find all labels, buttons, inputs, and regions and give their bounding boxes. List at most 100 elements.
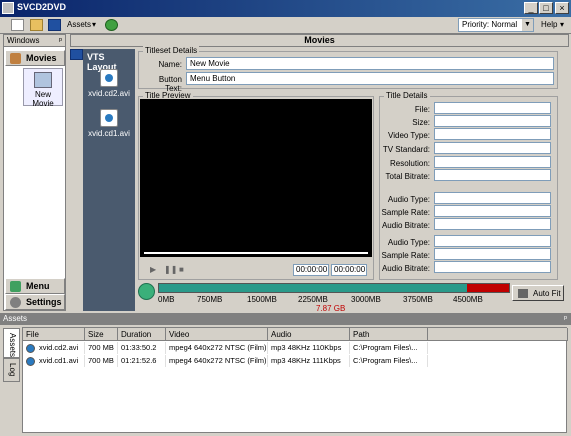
assets-menu[interactable]: Assets [67, 20, 91, 29]
nav-menu[interactable]: Menu [5, 278, 65, 294]
detail-label: Total Bitrate: [385, 172, 430, 181]
table-cell: 01:21:52.6 [118, 355, 166, 367]
table-row[interactable]: xvid.cd2.avi 700 MB 01:33:50.2 mpeg4 640x27… [23, 342, 566, 355]
video-preview [140, 99, 372, 257]
file-icon [26, 357, 35, 366]
capacity-fill [159, 284, 467, 292]
column-header[interactable]: Audio [268, 328, 350, 341]
movie-icon [34, 72, 52, 88]
detail-label: Resolution: [389, 159, 430, 168]
name-field[interactable]: New Movie [186, 57, 554, 70]
tab-log[interactable]: Log [3, 358, 20, 382]
vts-layout-panel: VTS Layout xvid.cd2.avi xvid.cd1.avi [83, 49, 135, 311]
table-cell: 700 MB [85, 342, 118, 354]
vts-item[interactable]: xvid.cd2.avi [86, 69, 132, 98]
video-file-icon [100, 69, 118, 87]
windows-pane-title: Windows [7, 36, 40, 45]
vts-item[interactable]: xvid.cd1.avi [86, 109, 132, 138]
title-bar: SVCD2DVD _ □ × [0, 0, 571, 17]
detail-field[interactable] [434, 115, 551, 127]
detail-field[interactable] [434, 169, 551, 181]
file-cell: xvid.cd1.avi [36, 355, 85, 367]
column-header[interactable]: Path [350, 328, 428, 341]
stop-icon[interactable]: ■ [179, 265, 188, 274]
play-icon[interactable]: ▶ [150, 265, 159, 274]
detail-field[interactable] [434, 261, 551, 273]
windows-pane-header: Windows ᵖ [4, 35, 65, 47]
movie-item[interactable]: New Movie [23, 68, 63, 108]
detail-field[interactable] [434, 248, 551, 260]
pause-icon[interactable]: ❚❚ [164, 265, 177, 274]
maximize-button[interactable]: □ [539, 2, 553, 14]
auto-fit-label: Auto Fit [533, 289, 561, 298]
detail-field[interactable] [434, 235, 551, 247]
assets-panel-title: Assets [3, 314, 28, 323]
minimize-button[interactable]: _ [524, 2, 538, 14]
auto-fit-button[interactable]: Auto Fit [512, 285, 564, 301]
nav-settings[interactable]: Settings [5, 294, 65, 310]
table-cell: mp3 48KHz 111Kbps [268, 355, 350, 367]
capacity-tick-label: 4500MB [453, 295, 483, 304]
detail-label: Audio Type: [387, 195, 430, 204]
new-file-icon[interactable] [11, 19, 24, 31]
vts-item-label: xvid.cd1.avi [88, 129, 130, 138]
priority-value: Priority: Normal [462, 20, 518, 29]
nav-movies[interactable]: Movies [5, 50, 65, 66]
button-text-field[interactable]: Menu Button [186, 72, 554, 85]
nav-menu-label: Menu [26, 281, 50, 291]
detail-label: Sample Rate: [381, 208, 430, 217]
current-time: 00:00:00 [293, 264, 329, 276]
refresh-icon[interactable] [138, 283, 155, 300]
detail-field[interactable] [434, 218, 551, 230]
detail-field[interactable] [434, 192, 551, 204]
capacity-tick-label: 750MB [197, 295, 223, 304]
detail-field[interactable] [434, 128, 551, 140]
help-menu[interactable]: Help [541, 20, 557, 29]
chevron-down-icon[interactable]: ▼ [522, 19, 533, 31]
detail-label: Audio Type: [387, 238, 430, 247]
detail-label: Size: [412, 118, 430, 127]
seek-bar[interactable] [144, 252, 368, 254]
detail-field[interactable] [434, 102, 551, 114]
column-header[interactable]: Video [166, 328, 268, 341]
nav-movies-label: Movies [26, 53, 57, 63]
column-header[interactable]: File [23, 328, 85, 341]
detail-field[interactable] [434, 156, 551, 168]
chevron-down-icon[interactable]: ▾ [560, 20, 564, 29]
file-icon [26, 344, 35, 353]
save-icon[interactable] [48, 19, 61, 31]
name-label: Name: [158, 60, 182, 69]
movies-icon [10, 53, 21, 64]
table-cell: C:\Program Files\... [350, 355, 428, 367]
assets-table: File Size Duration Video Audio Path xvid.cd2.a… [22, 327, 568, 433]
pin-icon[interactable]: ᵖ [59, 36, 62, 45]
capacity-tick-label: 3750MB [403, 295, 433, 304]
table-row[interactable]: xvid.cd1.avi 700 MB 01:21:52.6 mpeg4 640x27… [23, 355, 566, 368]
gear-icon [10, 297, 21, 308]
table-cell: mp3 48KHz 110Kbps [268, 342, 350, 354]
table-cell: C:\Program Files\... [350, 342, 428, 354]
capacity-bar [158, 283, 510, 293]
capacity-total: 7.87 GB [316, 304, 346, 313]
tab-assets-label: Assets [8, 333, 17, 358]
tab-assets[interactable]: Assets [3, 328, 20, 358]
globe-icon[interactable] [105, 19, 118, 31]
titleset-details-legend: Titleset Details [143, 46, 200, 55]
vts-layout-icon[interactable] [70, 49, 83, 60]
detail-field[interactable] [434, 205, 551, 217]
close-button[interactable]: × [555, 2, 569, 14]
total-time: 00:00:00 [331, 264, 367, 276]
capacity-tick-label: 3000MB [351, 295, 381, 304]
detail-field[interactable] [434, 142, 551, 154]
chevron-down-icon[interactable]: ▾ [92, 20, 96, 29]
priority-select[interactable]: Priority: Normal ▼ [458, 18, 534, 32]
table-cell: 01:33:50.2 [118, 342, 166, 354]
table-cell: 700 MB [85, 355, 118, 367]
column-header[interactable]: Duration [118, 328, 166, 341]
open-folder-icon[interactable] [30, 19, 43, 31]
nav-settings-label: Settings [26, 297, 62, 307]
pin-icon[interactable]: ᵖ [564, 314, 567, 323]
movie-item-label: New Movie [32, 90, 54, 108]
column-header[interactable]: Size [85, 328, 118, 341]
detail-label: Video Type: [388, 131, 430, 140]
